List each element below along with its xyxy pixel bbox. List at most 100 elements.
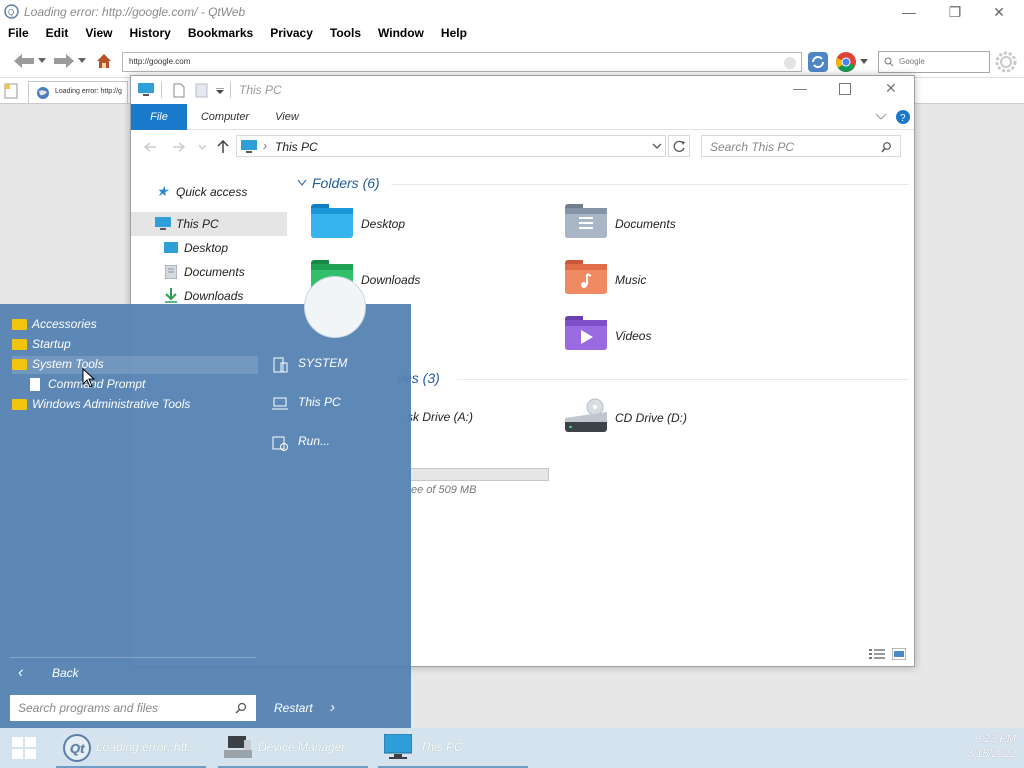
folder-icon bbox=[12, 319, 27, 330]
program-system-tools[interactable]: System Tools bbox=[12, 356, 258, 374]
group-divider bbox=[457, 379, 909, 380]
taskbar-qtweb[interactable]: Qt Loading error: htt... bbox=[56, 728, 206, 768]
nav-label: Quick access bbox=[176, 185, 248, 199]
explorer-titlebar: This PC — ✕ bbox=[131, 76, 914, 104]
start-this-pc[interactable]: This PC bbox=[272, 395, 341, 415]
folder-desktop[interactable]: Desktop bbox=[311, 202, 551, 246]
user-avatar[interactable] bbox=[304, 276, 366, 338]
ribbon-tab-file[interactable]: File bbox=[131, 104, 187, 130]
restore-icon: ❐ bbox=[948, 3, 962, 20]
close-button[interactable]: ✕ bbox=[976, 0, 1022, 24]
program-label: Command Prompt bbox=[48, 377, 146, 391]
nav-desktop[interactable]: Desktop bbox=[131, 236, 287, 260]
explorer-close-button[interactable]: ✕ bbox=[885, 80, 897, 97]
chrome-icon[interactable] bbox=[835, 51, 857, 73]
properties-icon[interactable] bbox=[195, 83, 208, 98]
start-user-system[interactable]: SYSTEM bbox=[272, 356, 347, 376]
reload-icon[interactable] bbox=[807, 51, 829, 73]
quick-access-dropdown-icon[interactable] bbox=[216, 88, 224, 94]
taskbar-label: Device Manager bbox=[258, 740, 346, 754]
forward-dropdown-icon[interactable] bbox=[78, 58, 86, 64]
taskbar-device-manager[interactable]: Device Manager bbox=[218, 728, 368, 768]
downloads-icon bbox=[165, 288, 177, 303]
qtweb-logo-icon: Q bbox=[4, 4, 19, 19]
title-separator-2 bbox=[230, 82, 231, 98]
start-search-input[interactable]: Search programs and files bbox=[10, 695, 256, 721]
windows-start-icon[interactable] bbox=[12, 737, 36, 759]
tab-loading-error[interactable]: Loading error: http://g bbox=[28, 81, 128, 103]
folder-videos[interactable]: Videos bbox=[565, 314, 805, 358]
drive-floppy-label[interactable]: sk Drive (A:) bbox=[407, 410, 473, 424]
new-file-icon[interactable] bbox=[173, 83, 185, 98]
menu-window[interactable]: Window bbox=[370, 24, 433, 44]
search-icon bbox=[884, 57, 894, 67]
folder-music[interactable]: Music bbox=[565, 258, 805, 302]
menu-tools[interactable]: Tools bbox=[322, 24, 370, 44]
folder-documents[interactable]: Documents bbox=[565, 202, 805, 246]
menu-edit[interactable]: Edit bbox=[38, 24, 78, 44]
forward-arrow-icon[interactable] bbox=[54, 54, 74, 68]
menu-view[interactable]: View bbox=[77, 24, 121, 44]
nav-back-icon[interactable] bbox=[144, 142, 156, 152]
folders-group-header[interactable]: Folders (6) bbox=[312, 175, 380, 191]
drive-cd[interactable]: CD Drive (D:) bbox=[565, 396, 805, 440]
ribbon-tab-view[interactable]: View bbox=[267, 104, 307, 130]
search-icon bbox=[881, 142, 891, 153]
menu-file[interactable]: File bbox=[0, 24, 38, 44]
taskbar-clock[interactable]: 8:23 PM 3/15/2022 bbox=[967, 732, 1016, 762]
this-pc-icon bbox=[155, 217, 171, 230]
help-icon[interactable]: ? bbox=[895, 109, 911, 125]
menu-privacy[interactable]: Privacy bbox=[262, 24, 322, 44]
back-arrow-icon[interactable] bbox=[14, 54, 34, 68]
refresh-button[interactable] bbox=[668, 135, 690, 157]
program-startup[interactable]: Startup bbox=[12, 336, 71, 354]
explorer-minimize-button[interactable]: — bbox=[793, 80, 807, 100]
web-search-input[interactable]: Google bbox=[878, 51, 990, 73]
explorer-maximize-button[interactable] bbox=[839, 83, 851, 95]
run-icon bbox=[272, 436, 288, 451]
program-label: Startup bbox=[32, 337, 71, 351]
taskbar-this-pc[interactable]: This PC bbox=[378, 728, 528, 768]
maximize-button[interactable]: ❐ bbox=[932, 0, 978, 24]
nav-this-pc[interactable]: This PC bbox=[131, 212, 287, 236]
explorer-search-input[interactable]: Search This PC bbox=[701, 135, 901, 157]
program-windows-admin-tools[interactable]: Windows Administrative Tools bbox=[12, 396, 190, 414]
address-dropdown-icon[interactable] bbox=[652, 143, 662, 150]
folder-label: Music bbox=[615, 273, 647, 287]
nav-forward-icon[interactable] bbox=[173, 142, 185, 152]
start-run[interactable]: Run... bbox=[272, 434, 330, 454]
documents-icon bbox=[165, 265, 177, 279]
back-button[interactable]: ‹ Back bbox=[14, 664, 79, 686]
breadcrumb-chevron-icon: › bbox=[263, 139, 267, 153]
qtweb-titlebar: Q Loading error: http://google.com/ - Qt… bbox=[0, 0, 1024, 24]
cd-drive-icon bbox=[565, 398, 607, 432]
nav-up-icon[interactable] bbox=[217, 140, 229, 153]
new-tab-icon[interactable] bbox=[4, 83, 18, 99]
recent-locations-icon[interactable] bbox=[199, 145, 206, 150]
address-bar[interactable]: › This PC bbox=[236, 135, 666, 157]
details-view-icon[interactable] bbox=[869, 648, 885, 660]
minimize-icon: — bbox=[902, 4, 916, 20]
group-divider bbox=[391, 184, 909, 185]
restart-button[interactable]: Restart › bbox=[274, 699, 335, 716]
home-icon[interactable] bbox=[96, 53, 112, 69]
collapse-chevron-icon[interactable] bbox=[297, 179, 307, 187]
url-input[interactable]: http://google.com bbox=[122, 52, 802, 72]
drive-label: CD Drive (D:) bbox=[615, 411, 687, 425]
nav-label: Documents bbox=[184, 265, 245, 279]
drive-free-space: ee of 509 MB bbox=[411, 484, 477, 496]
program-accessories[interactable]: Accessories bbox=[12, 316, 97, 334]
ribbon-expand-icon[interactable] bbox=[875, 113, 887, 121]
engine-dropdown-icon[interactable] bbox=[860, 59, 868, 65]
large-icons-view-icon[interactable] bbox=[892, 648, 906, 660]
minimize-button[interactable]: — bbox=[886, 0, 932, 24]
menu-bookmarks[interactable]: Bookmarks bbox=[180, 24, 262, 44]
nav-quick-access[interactable]: ★ Quick access bbox=[131, 180, 287, 204]
settings-gear-icon[interactable] bbox=[994, 50, 1018, 74]
menu-history[interactable]: History bbox=[121, 24, 179, 44]
back-dropdown-icon[interactable] bbox=[38, 58, 46, 64]
menu-help[interactable]: Help bbox=[433, 24, 476, 44]
documents-folder-icon bbox=[565, 204, 607, 238]
ribbon-tab-computer[interactable]: Computer bbox=[193, 104, 257, 130]
nav-documents[interactable]: Documents bbox=[131, 260, 287, 284]
